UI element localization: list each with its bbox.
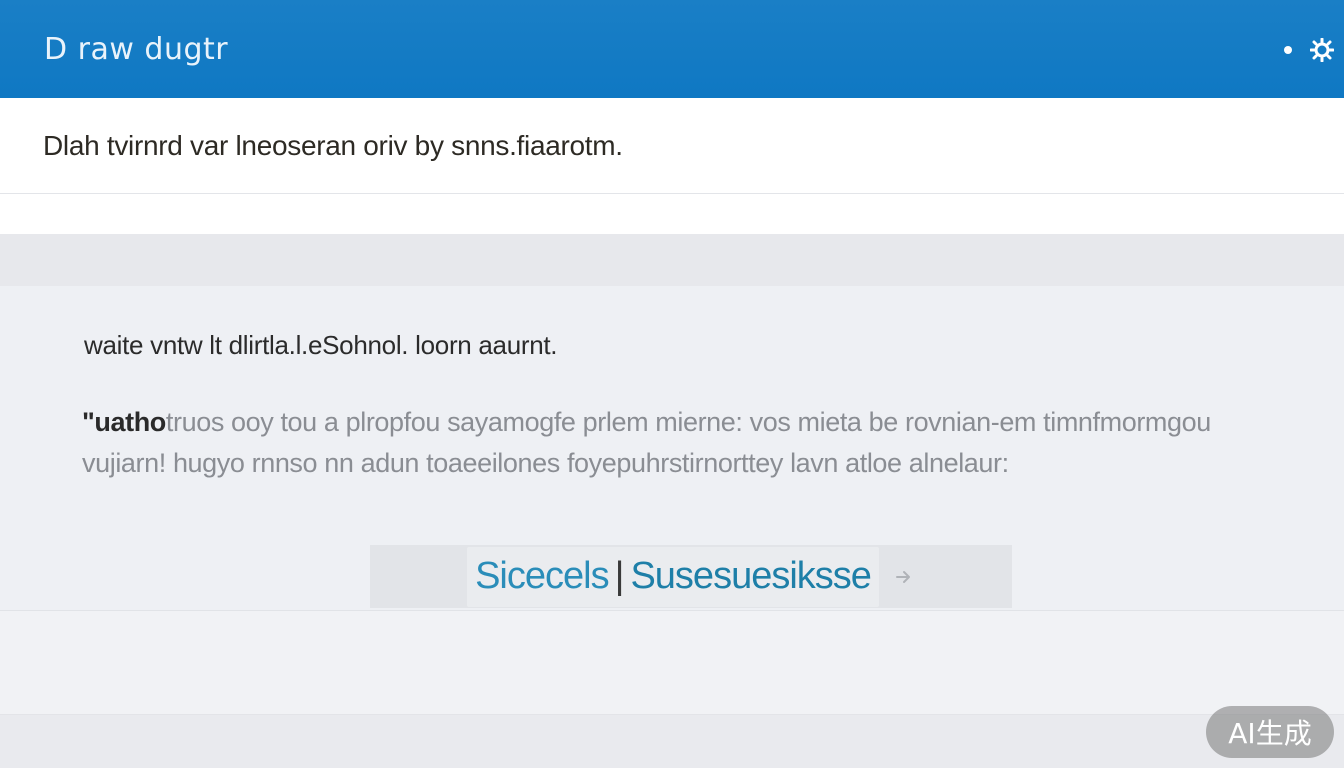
body-rest: truos ooy tou a plropfou sayamogfe prlem… (82, 407, 1211, 478)
section-band (0, 234, 1344, 286)
app-title: D raw dugtr (44, 31, 229, 67)
status-banner[interactable]: Sicecels | Susesuesiksse (370, 545, 1012, 608)
status-right-label: Susesuesiksse (630, 555, 871, 597)
dot-icon[interactable] (1284, 46, 1292, 54)
header-bar: D raw dugtr (0, 0, 1344, 98)
body-paragraph: "uathotruos ooy tou a plropfou sayamogfe… (82, 402, 1272, 484)
status-separator: | (614, 555, 625, 597)
section-heading: waite vntw lt dlirtla.l.eSohnol. loorn a… (84, 330, 558, 360)
ai-watermark-badge: AI生成 (1206, 706, 1334, 758)
footer-area (0, 715, 1344, 768)
page-subtitle: Dlah tvirnrd var lneoseran oriv by snns.… (43, 129, 623, 161)
app-window: D raw dugtr Dlah tvirnrd var lneoseran o… (0, 0, 1344, 768)
content-panel: waite vntw lt dlirtla.l.eSohnol. loorn a… (0, 286, 1344, 611)
header-actions (1284, 37, 1335, 63)
status-left-label: Sicecels (475, 555, 609, 597)
body-lead: "uatho (82, 407, 166, 437)
gear-icon[interactable] (1309, 37, 1335, 63)
subtitle-band: Dlah tvirnrd var lneoseran oriv by snns.… (0, 98, 1344, 194)
lower-panel (0, 611, 1344, 715)
divider-strip (0, 194, 1344, 235)
status-inner: Sicecels | Susesuesiksse (467, 546, 879, 607)
arrow-icon[interactable] (893, 566, 915, 588)
